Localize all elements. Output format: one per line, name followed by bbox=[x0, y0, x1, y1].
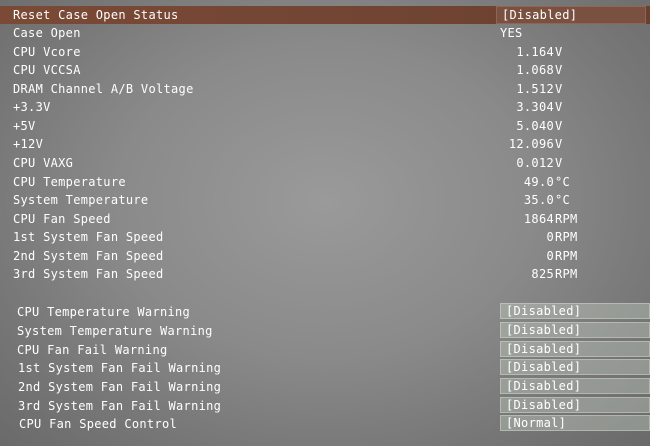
reading-unit: RPM bbox=[555, 230, 578, 244]
reading-value: 0 bbox=[546, 230, 554, 244]
reading-label: CPU VCCSA bbox=[13, 63, 81, 77]
setting-label: CPU Fan Fail Warning bbox=[17, 343, 168, 357]
case-open-value: YES bbox=[500, 26, 523, 40]
reading-label: +3.3V bbox=[13, 100, 51, 114]
case-open-label: Case Open bbox=[13, 26, 81, 40]
reading-row: +5V 5.040 V bbox=[0, 117, 650, 135]
reading-value: 3.304 bbox=[516, 100, 554, 114]
setting-row[interactable]: 3rd System Fan Fail Warning [Disabled] bbox=[0, 397, 650, 415]
setting-label: 1st System Fan Fail Warning bbox=[18, 361, 222, 375]
setting-row[interactable]: CPU Fan Speed Control [Normal] bbox=[0, 415, 650, 433]
setting-label: System Temperature Warning bbox=[17, 324, 213, 338]
setting-option[interactable]: [Disabled] bbox=[500, 303, 650, 319]
setting-row[interactable]: System Temperature Warning [Disabled] bbox=[0, 322, 650, 340]
setting-option[interactable]: [Disabled] bbox=[500, 359, 650, 375]
setting-row[interactable]: CPU Temperature Warning [Disabled] bbox=[0, 303, 650, 321]
reset-case-open-status-label: Reset Case Open Status bbox=[13, 8, 179, 22]
case-open-row: Case Open YES bbox=[0, 24, 650, 42]
reading-unit: V bbox=[555, 63, 563, 77]
reading-label: +5V bbox=[13, 119, 36, 133]
reading-row: System Temperature 35.0 °C bbox=[0, 191, 650, 209]
reading-value: 1.512 bbox=[516, 82, 554, 96]
setting-label: CPU Temperature Warning bbox=[17, 305, 191, 319]
reading-unit: V bbox=[555, 156, 563, 170]
reading-unit: RPM bbox=[555, 249, 578, 263]
reading-row: CPU VCCSA 1.068 V bbox=[0, 61, 650, 79]
setting-label: CPU Fan Speed Control bbox=[19, 417, 178, 431]
reading-unit: V bbox=[555, 119, 563, 133]
reading-unit: V bbox=[555, 137, 563, 151]
reading-value: 49.0 bbox=[523, 175, 554, 189]
reading-value: 5.040 bbox=[516, 119, 554, 133]
setting-option[interactable]: [Disabled] bbox=[500, 397, 650, 413]
reading-label: System Temperature bbox=[13, 193, 149, 207]
setting-option[interactable]: [Normal] bbox=[500, 415, 650, 431]
reading-label: 3rd System Fan Speed bbox=[13, 267, 164, 281]
reading-label: CPU Fan Speed bbox=[13, 212, 111, 226]
reading-unit: °C bbox=[555, 193, 571, 207]
reading-row: DRAM Channel A/B Voltage 1.512 V bbox=[0, 80, 650, 98]
reading-value: 0 bbox=[546, 249, 554, 263]
reading-label: +12V bbox=[13, 137, 44, 151]
reading-value: 12.096 bbox=[508, 137, 554, 151]
reading-unit: RPM bbox=[555, 212, 578, 226]
reading-label: 2nd System Fan Speed bbox=[13, 249, 164, 263]
reading-row: 2nd System Fan Speed 0 RPM bbox=[0, 247, 650, 265]
reading-unit: V bbox=[555, 45, 563, 59]
reading-unit: °C bbox=[555, 175, 571, 189]
setting-option[interactable]: [Disabled] bbox=[500, 322, 650, 338]
reading-row: CPU Vcore 1.164 V bbox=[0, 43, 650, 61]
reading-label: CPU Vcore bbox=[13, 45, 81, 59]
reading-value: 0.012 bbox=[516, 156, 554, 170]
reading-label: CPU VAXG bbox=[13, 156, 74, 170]
reading-value: 1.164 bbox=[516, 45, 554, 59]
hardware-monitor-screen: Reset Case Open Status [Disabled] Case O… bbox=[0, 0, 650, 446]
reading-row: 3rd System Fan Speed 825 RPM bbox=[0, 265, 650, 283]
reading-unit: V bbox=[555, 82, 563, 96]
reading-row: +3.3V 3.304 V bbox=[0, 98, 650, 116]
reading-value: 825 bbox=[531, 267, 554, 281]
reading-label: DRAM Channel A/B Voltage bbox=[13, 82, 194, 96]
setting-row[interactable]: 2nd System Fan Fail Warning [Disabled] bbox=[0, 378, 650, 396]
setting-row[interactable]: 1st System Fan Fail Warning [Disabled] bbox=[0, 359, 650, 377]
setting-label: 3rd System Fan Fail Warning bbox=[18, 399, 222, 413]
reading-value: 35.0 bbox=[523, 193, 554, 207]
setting-row[interactable]: CPU Fan Fail Warning [Disabled] bbox=[0, 341, 650, 359]
reading-row: 1st System Fan Speed 0 RPM bbox=[0, 228, 650, 246]
reset-case-open-status-option[interactable]: [Disabled] bbox=[496, 6, 646, 24]
reading-label: 1st System Fan Speed bbox=[13, 230, 164, 244]
reading-row: CPU VAXG 0.012 V bbox=[0, 154, 650, 172]
setting-label: 2nd System Fan Fail Warning bbox=[18, 380, 222, 394]
reading-value: 1864 bbox=[523, 212, 554, 226]
reading-label: CPU Temperature bbox=[13, 175, 126, 189]
reading-row: CPU Fan Speed 1864 RPM bbox=[0, 210, 650, 228]
reading-unit: V bbox=[555, 100, 563, 114]
setting-option[interactable]: [Disabled] bbox=[500, 341, 650, 357]
reset-case-open-status-row[interactable]: Reset Case Open Status [Disabled] bbox=[0, 6, 650, 24]
reading-unit: RPM bbox=[555, 267, 578, 281]
reading-row: +12V 12.096 V bbox=[0, 135, 650, 153]
reading-value: 1.068 bbox=[516, 63, 554, 77]
reading-row: CPU Temperature 49.0 °C bbox=[0, 173, 650, 191]
setting-option[interactable]: [Disabled] bbox=[500, 378, 650, 394]
